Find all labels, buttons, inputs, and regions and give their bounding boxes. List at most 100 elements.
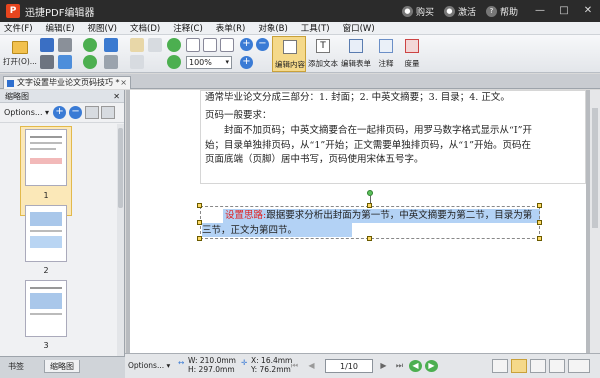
size-icon: ↔ <box>178 358 185 367</box>
zoom-select[interactable]: 100% ▾ <box>186 56 232 69</box>
menu-file[interactable]: 文件(F) <box>4 22 33 34</box>
first-page-icon[interactable]: ⏮ <box>288 360 301 372</box>
doc-line-2[interactable]: 页码一般要求： <box>205 109 272 124</box>
open-label: 打开(O)... <box>3 57 37 66</box>
options-menu[interactable]: Options... ▾ <box>4 108 49 117</box>
snapshot-icon[interactable] <box>130 55 144 69</box>
menu-tools[interactable]: 工具(T) <box>301 22 330 34</box>
status-options-menu[interactable]: Options... ▾ <box>128 361 170 370</box>
activate-link[interactable]: ● 激活 <box>443 5 476 18</box>
fit-width-icon[interactable] <box>220 38 234 52</box>
previous-page-icon[interactable]: ◀ <box>305 360 318 372</box>
minimize-icon[interactable]: — <box>528 0 552 22</box>
thumbnail-list: 1 2 3 <box>0 124 118 356</box>
close-icon[interactable]: ✕ <box>576 0 600 22</box>
redo-icon[interactable] <box>104 55 118 69</box>
select-tool-icon[interactable] <box>148 38 162 52</box>
resize-handle-br[interactable] <box>537 236 542 241</box>
print-icon[interactable] <box>40 55 54 69</box>
view-options-icon[interactable] <box>568 359 590 373</box>
next-page-icon[interactable]: ▶ <box>377 360 390 372</box>
zoom-in-icon[interactable]: + <box>240 38 253 51</box>
add-text-label: 添加文本 <box>308 59 338 68</box>
measure-button[interactable]: 度量 <box>400 36 424 72</box>
add-text-button[interactable]: T 添加文本 <box>307 36 339 72</box>
resize-handle-t[interactable] <box>367 203 372 208</box>
cursor-position-icon: ✛ <box>241 358 248 367</box>
maximize-icon[interactable]: □ <box>552 0 576 22</box>
zoom-out-icon[interactable]: − <box>256 38 269 51</box>
title-bar: P 迅捷PDF编辑器 ● 购买 ● 激活 ? 帮助 — □ ✕ <box>0 0 600 22</box>
delete-thumb-icon[interactable] <box>101 106 116 119</box>
last-page-icon[interactable]: ⏭ <box>393 360 406 372</box>
resize-handle-tl[interactable] <box>197 203 202 208</box>
resize-handle-r[interactable] <box>537 220 542 225</box>
email-icon[interactable] <box>58 55 72 69</box>
tab-thumbnails[interactable]: 缩略图 <box>44 360 80 373</box>
zoom-in-thumb-icon[interactable]: + <box>53 106 67 119</box>
menu-comment[interactable]: 注释(C) <box>173 22 203 34</box>
close-tab-icon[interactable]: × <box>120 77 127 89</box>
annotate-icon <box>379 39 393 53</box>
annotate-button[interactable]: 注释 <box>374 36 398 72</box>
scan-icon[interactable] <box>58 38 72 52</box>
edit-content-label: 编辑内容 <box>275 60 305 69</box>
single-page-view-icon[interactable] <box>492 359 508 373</box>
menu-window[interactable]: 窗口(W) <box>343 22 375 34</box>
edit-form-button[interactable]: 编辑表单 <box>340 36 372 72</box>
menu-document[interactable]: 文档(D) <box>130 22 160 34</box>
resize-handle-b[interactable] <box>367 236 372 241</box>
resize-handle-tr[interactable] <box>537 203 542 208</box>
cart-icon: ● <box>401 5 413 17</box>
facing-view-icon[interactable] <box>530 359 546 373</box>
forward-icon[interactable] <box>83 55 97 69</box>
panel-toolbar: Options... ▾ + − <box>0 103 124 123</box>
rotate-back-icon[interactable] <box>167 55 181 69</box>
buy-link[interactable]: ● 购买 <box>401 5 434 18</box>
thumbnail-scrollbar[interactable] <box>117 124 124 356</box>
help-link[interactable]: ? 帮助 <box>485 5 518 18</box>
zoom-out-thumb-icon[interactable]: − <box>69 106 83 119</box>
fit-page-icon[interactable] <box>203 38 217 52</box>
resize-handle-l[interactable] <box>197 220 202 225</box>
page-thumbnail-1[interactable] <box>25 129 67 186</box>
nav-back-icon[interactable]: ◀ <box>409 360 422 372</box>
hand-tool-icon[interactable] <box>130 38 144 52</box>
menu-form[interactable]: 表单(R) <box>216 22 246 34</box>
page-thumbnail-3[interactable] <box>25 280 67 337</box>
ruler-icon <box>405 39 419 53</box>
doc-paragraph-1[interactable]: 封面不加页码；中英文摘要合在一起排页码，用罗马数字格式显示从“I”开始；目录单独… <box>205 124 538 168</box>
panel-title: 缩略图 <box>5 92 29 101</box>
main-toolbar: 打开(O)... 100% ▾ + − + 编辑内容 T 添加文本 编辑表单 注… <box>0 35 600 73</box>
save-icon[interactable] <box>40 38 54 52</box>
close-panel-icon[interactable]: ✕ <box>113 90 120 103</box>
annotate-label: 注释 <box>378 59 394 68</box>
actual-size-icon[interactable] <box>186 38 200 52</box>
back-icon[interactable] <box>83 38 97 52</box>
page-thumbnail-2[interactable] <box>25 205 67 262</box>
facing-continuous-view-icon[interactable] <box>549 359 565 373</box>
edit-form-label: 编辑表单 <box>341 59 371 68</box>
add-text-icon: T <box>316 39 330 53</box>
resize-handle-bl[interactable] <box>197 236 202 241</box>
continuous-view-icon[interactable] <box>511 359 527 373</box>
zoom-reset-icon[interactable]: + <box>240 56 253 69</box>
page-height-readout: H: 297.0mm <box>188 365 235 374</box>
document-tab[interactable]: 文字设置毕业论文页码技巧 * × <box>3 76 131 89</box>
pdf-file-icon <box>7 80 14 87</box>
edit-content-button[interactable]: 编辑内容 <box>272 36 306 72</box>
panel-header: 缩略图 ✕ <box>0 90 124 103</box>
menu-edit[interactable]: 编辑(E) <box>46 22 75 34</box>
document-scrollbar[interactable] <box>590 90 600 353</box>
hint-paragraph[interactable]: 设置思路:跟据要求分析出封面为第一节，中英文摘要为第二节，目录为第三节，正文为第… <box>202 209 538 238</box>
page-number-input[interactable]: 1/10 <box>325 359 373 373</box>
menu-object[interactable]: 对象(B) <box>258 22 287 34</box>
rotate-thumb-icon[interactable] <box>85 106 100 119</box>
rotate-icon[interactable] <box>167 38 181 52</box>
open-button[interactable]: 打开(O)... <box>3 37 37 71</box>
nav-forward-icon[interactable]: ▶ <box>425 360 438 372</box>
tab-bookmarks[interactable]: 书签 <box>3 360 29 373</box>
menu-view[interactable]: 视图(V) <box>88 22 117 34</box>
undo-icon[interactable] <box>104 38 118 52</box>
doc-line-1[interactable]: 通常毕业论文分成三部分：1. 封面；2. 中英文摘要；3. 目录；4. 正文。 <box>205 91 585 106</box>
